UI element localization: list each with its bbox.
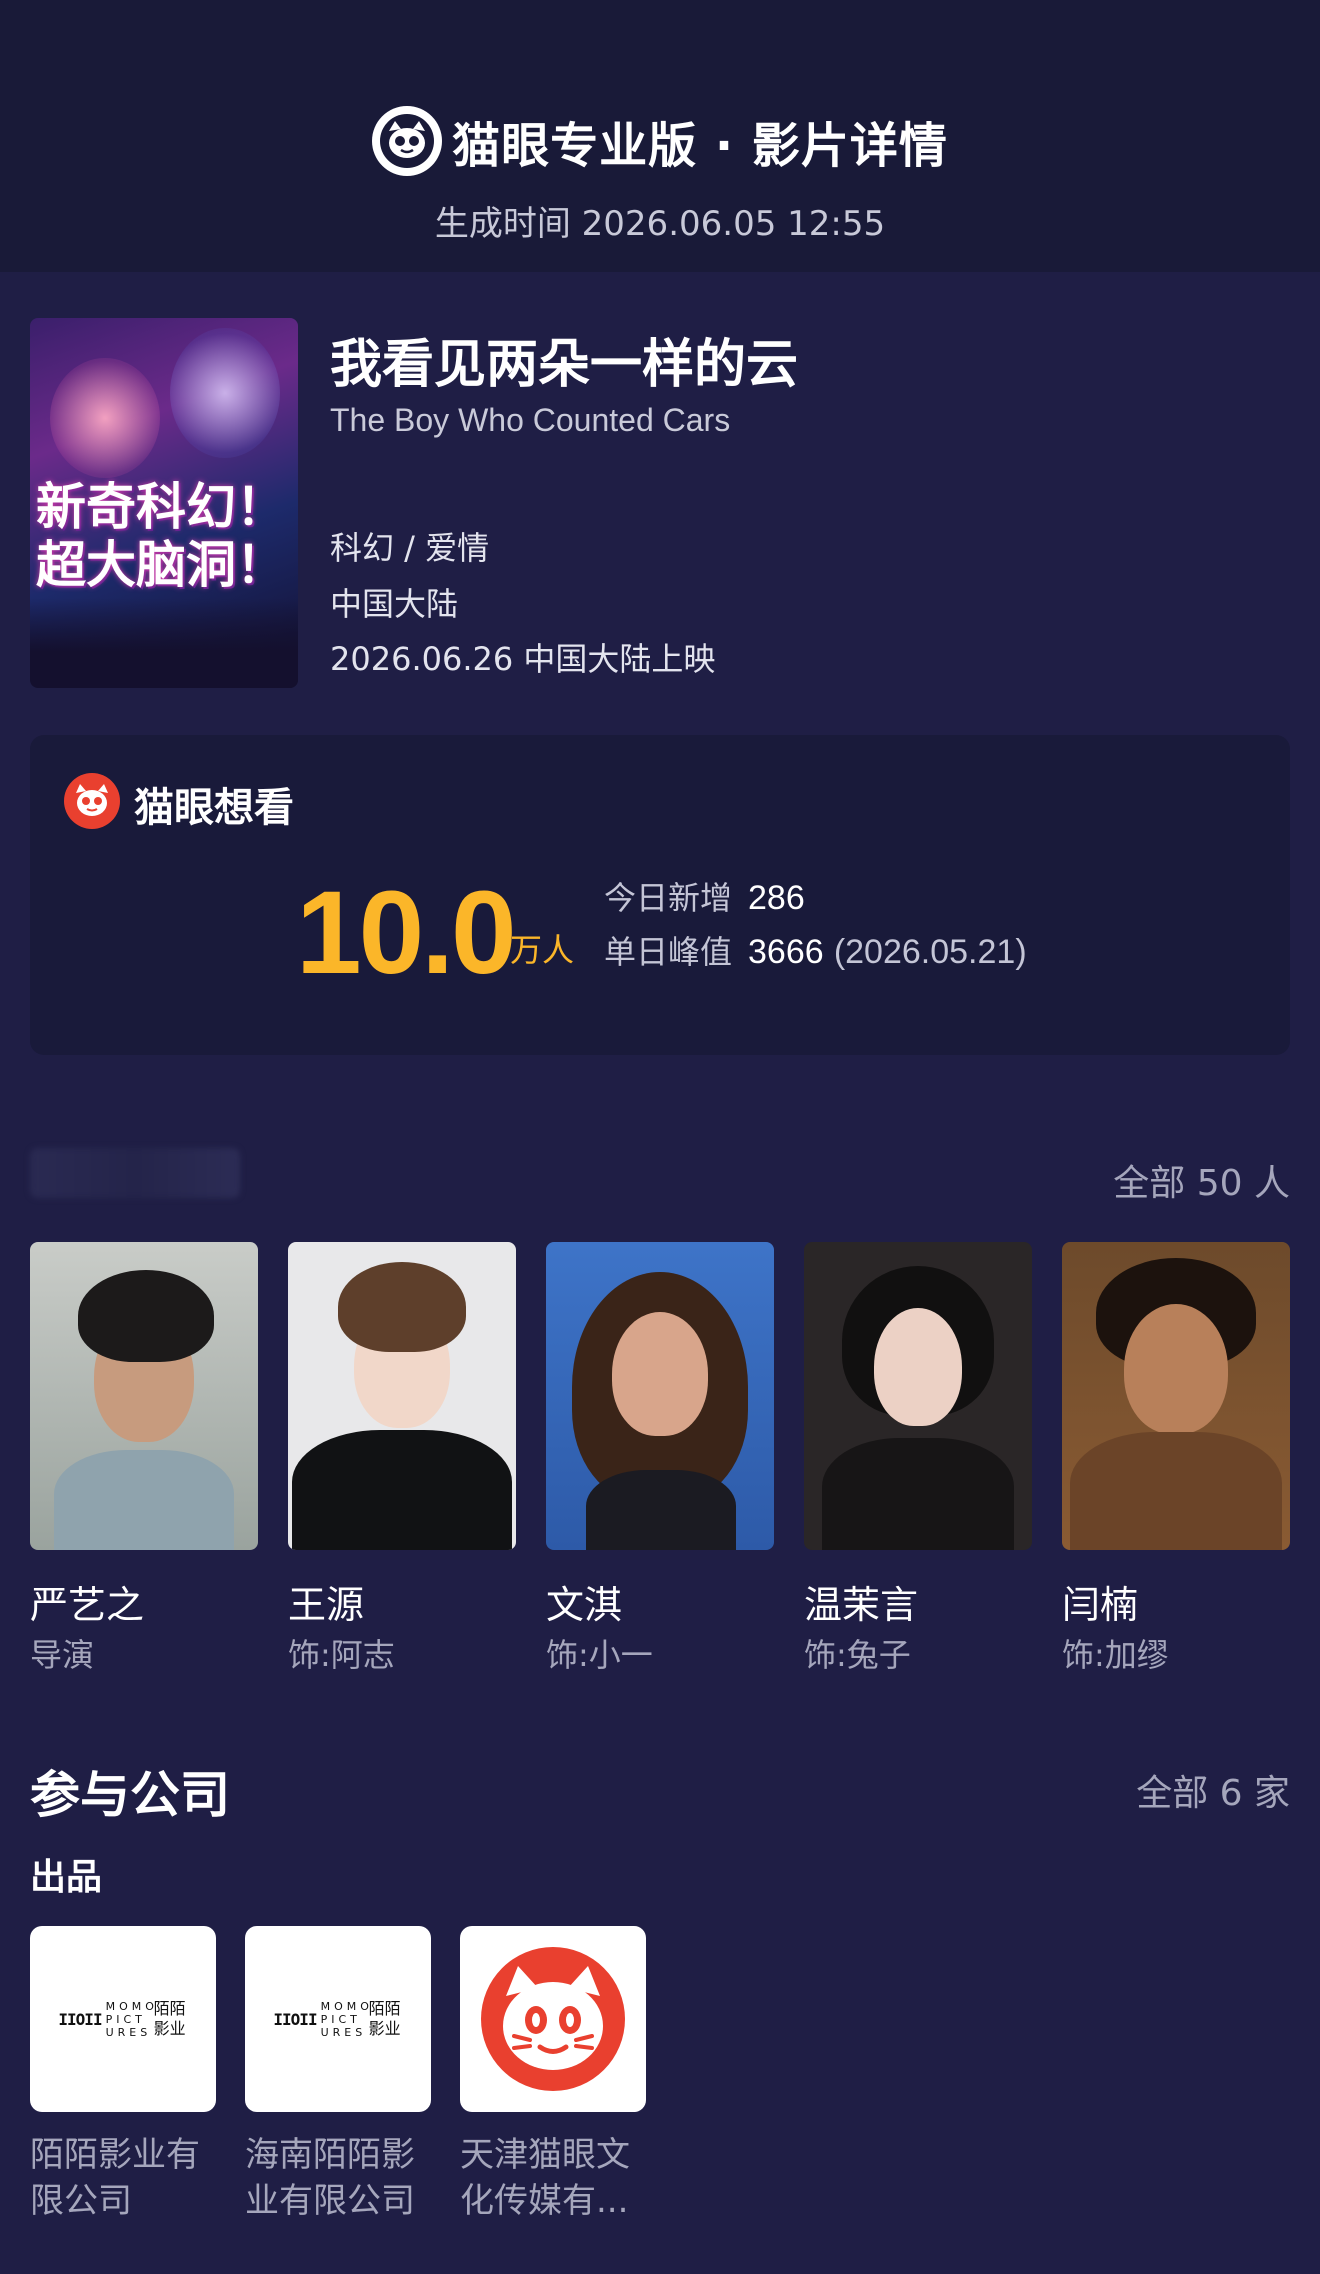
cast-name: 文淇 xyxy=(546,1583,623,1627)
company-logo[interactable] xyxy=(460,1926,646,2112)
cast-role: 饰:加缪 xyxy=(1062,1636,1169,1674)
company-logo[interactable]: IIOII MOMO PICT URES 陌陌 影业 xyxy=(30,1926,216,2112)
cast-section-title-blurred xyxy=(30,1148,240,1198)
page-header: 猫眼专业版 · 影片详情 生成时间 2026.06.05 12:55 xyxy=(0,0,1320,272)
cast-photo[interactable] xyxy=(1062,1242,1290,1550)
company-logo[interactable]: IIOII MOMO PICT URES 陌陌 影业 xyxy=(245,1926,431,2112)
want-to-see-number: 10.0 xyxy=(296,867,517,999)
cast-name: 温茉言 xyxy=(804,1583,919,1627)
cast-name: 闫楠 xyxy=(1062,1583,1139,1627)
cast-role: 饰:小一 xyxy=(546,1636,653,1674)
companies-category-production: 出品 xyxy=(30,1857,103,1898)
movie-genre: 科幻 / 爱情 xyxy=(330,529,490,567)
movie-release: 2026.06.26 中国大陆上映 xyxy=(330,640,716,678)
cast-role: 导演 xyxy=(30,1636,95,1674)
momo-pictures-logo: IIOII MOMO PICT URES 陌陌 影业 xyxy=(273,1999,401,2039)
cast-role: 饰:兔子 xyxy=(804,1636,911,1674)
movie-title-en: The Boy Who Counted Cars xyxy=(330,402,731,438)
daily-peak-date: (2026.05.21) xyxy=(833,933,1027,971)
poster-figure-left xyxy=(50,358,160,478)
movie-title: 我看见两朵一样的云 xyxy=(330,335,799,395)
want-to-see-title: 猫眼想看 xyxy=(134,785,294,831)
want-to-see-card: 猫眼想看 10.0 万人 今日新增 286 单日峰值 3666 (2026.05.2… xyxy=(30,735,1290,1055)
want-to-see-unit: 万人 xyxy=(510,931,575,969)
cast-photo[interactable] xyxy=(288,1242,516,1550)
companies-section-title: 参与公司 xyxy=(30,1766,230,1824)
poster-slogan: 新奇科幻！ 超大脑洞！ xyxy=(36,478,292,594)
momo-pictures-logo: IIOII MOMO PICT URES 陌陌 影业 xyxy=(58,1999,186,2039)
cast-photo[interactable] xyxy=(804,1242,1032,1550)
today-new-value: 286 xyxy=(748,879,805,917)
movie-poster[interactable]: 新奇科幻！ 超大脑洞！ xyxy=(30,318,298,688)
cast-role: 饰:阿志 xyxy=(288,1636,395,1674)
company-name: 天津猫眼文 化传媒有... xyxy=(460,2135,630,2221)
poster-slogan-line-1: 新奇科幻！ xyxy=(36,478,286,536)
cast-photo[interactable] xyxy=(30,1242,258,1550)
maoyan-cat-logo-icon xyxy=(372,106,443,176)
header-title: 猫眼专业版 · 影片详情 xyxy=(452,118,948,174)
generated-time: 生成时间 2026.06.05 12:55 xyxy=(434,204,886,244)
daily-peak-stat: 单日峰值 3666 (2026.05.21) xyxy=(604,927,1027,973)
poster-slogan-line-2: 超大脑洞！ xyxy=(36,536,286,594)
movie-region: 中国大陆 xyxy=(330,585,459,623)
maoyan-red-cat-icon xyxy=(64,773,120,829)
cast-name: 严艺之 xyxy=(30,1583,145,1627)
cast-photo[interactable] xyxy=(546,1242,774,1550)
company-name: 海南陌陌影 业有限公司 xyxy=(245,2135,415,2221)
header-title-row: 猫眼专业版 · 影片详情 xyxy=(0,106,1320,176)
daily-peak-label: 单日峰值 xyxy=(604,933,733,971)
cast-name: 王源 xyxy=(288,1583,365,1627)
today-new-stat: 今日新增 286 xyxy=(604,873,805,919)
today-new-label: 今日新增 xyxy=(604,879,733,917)
maoyan-cat-logo-icon xyxy=(481,1947,625,2091)
companies-all-link[interactable]: 全部 6 家 xyxy=(1136,1764,1290,1816)
poster-figure-right xyxy=(170,328,280,458)
cast-all-link[interactable]: 全部 50 人 xyxy=(1113,1154,1290,1206)
company-name: 陌陌影业有 限公司 xyxy=(30,2135,200,2221)
daily-peak-value: 3666 xyxy=(748,933,824,971)
poster-street-scene xyxy=(30,598,298,688)
